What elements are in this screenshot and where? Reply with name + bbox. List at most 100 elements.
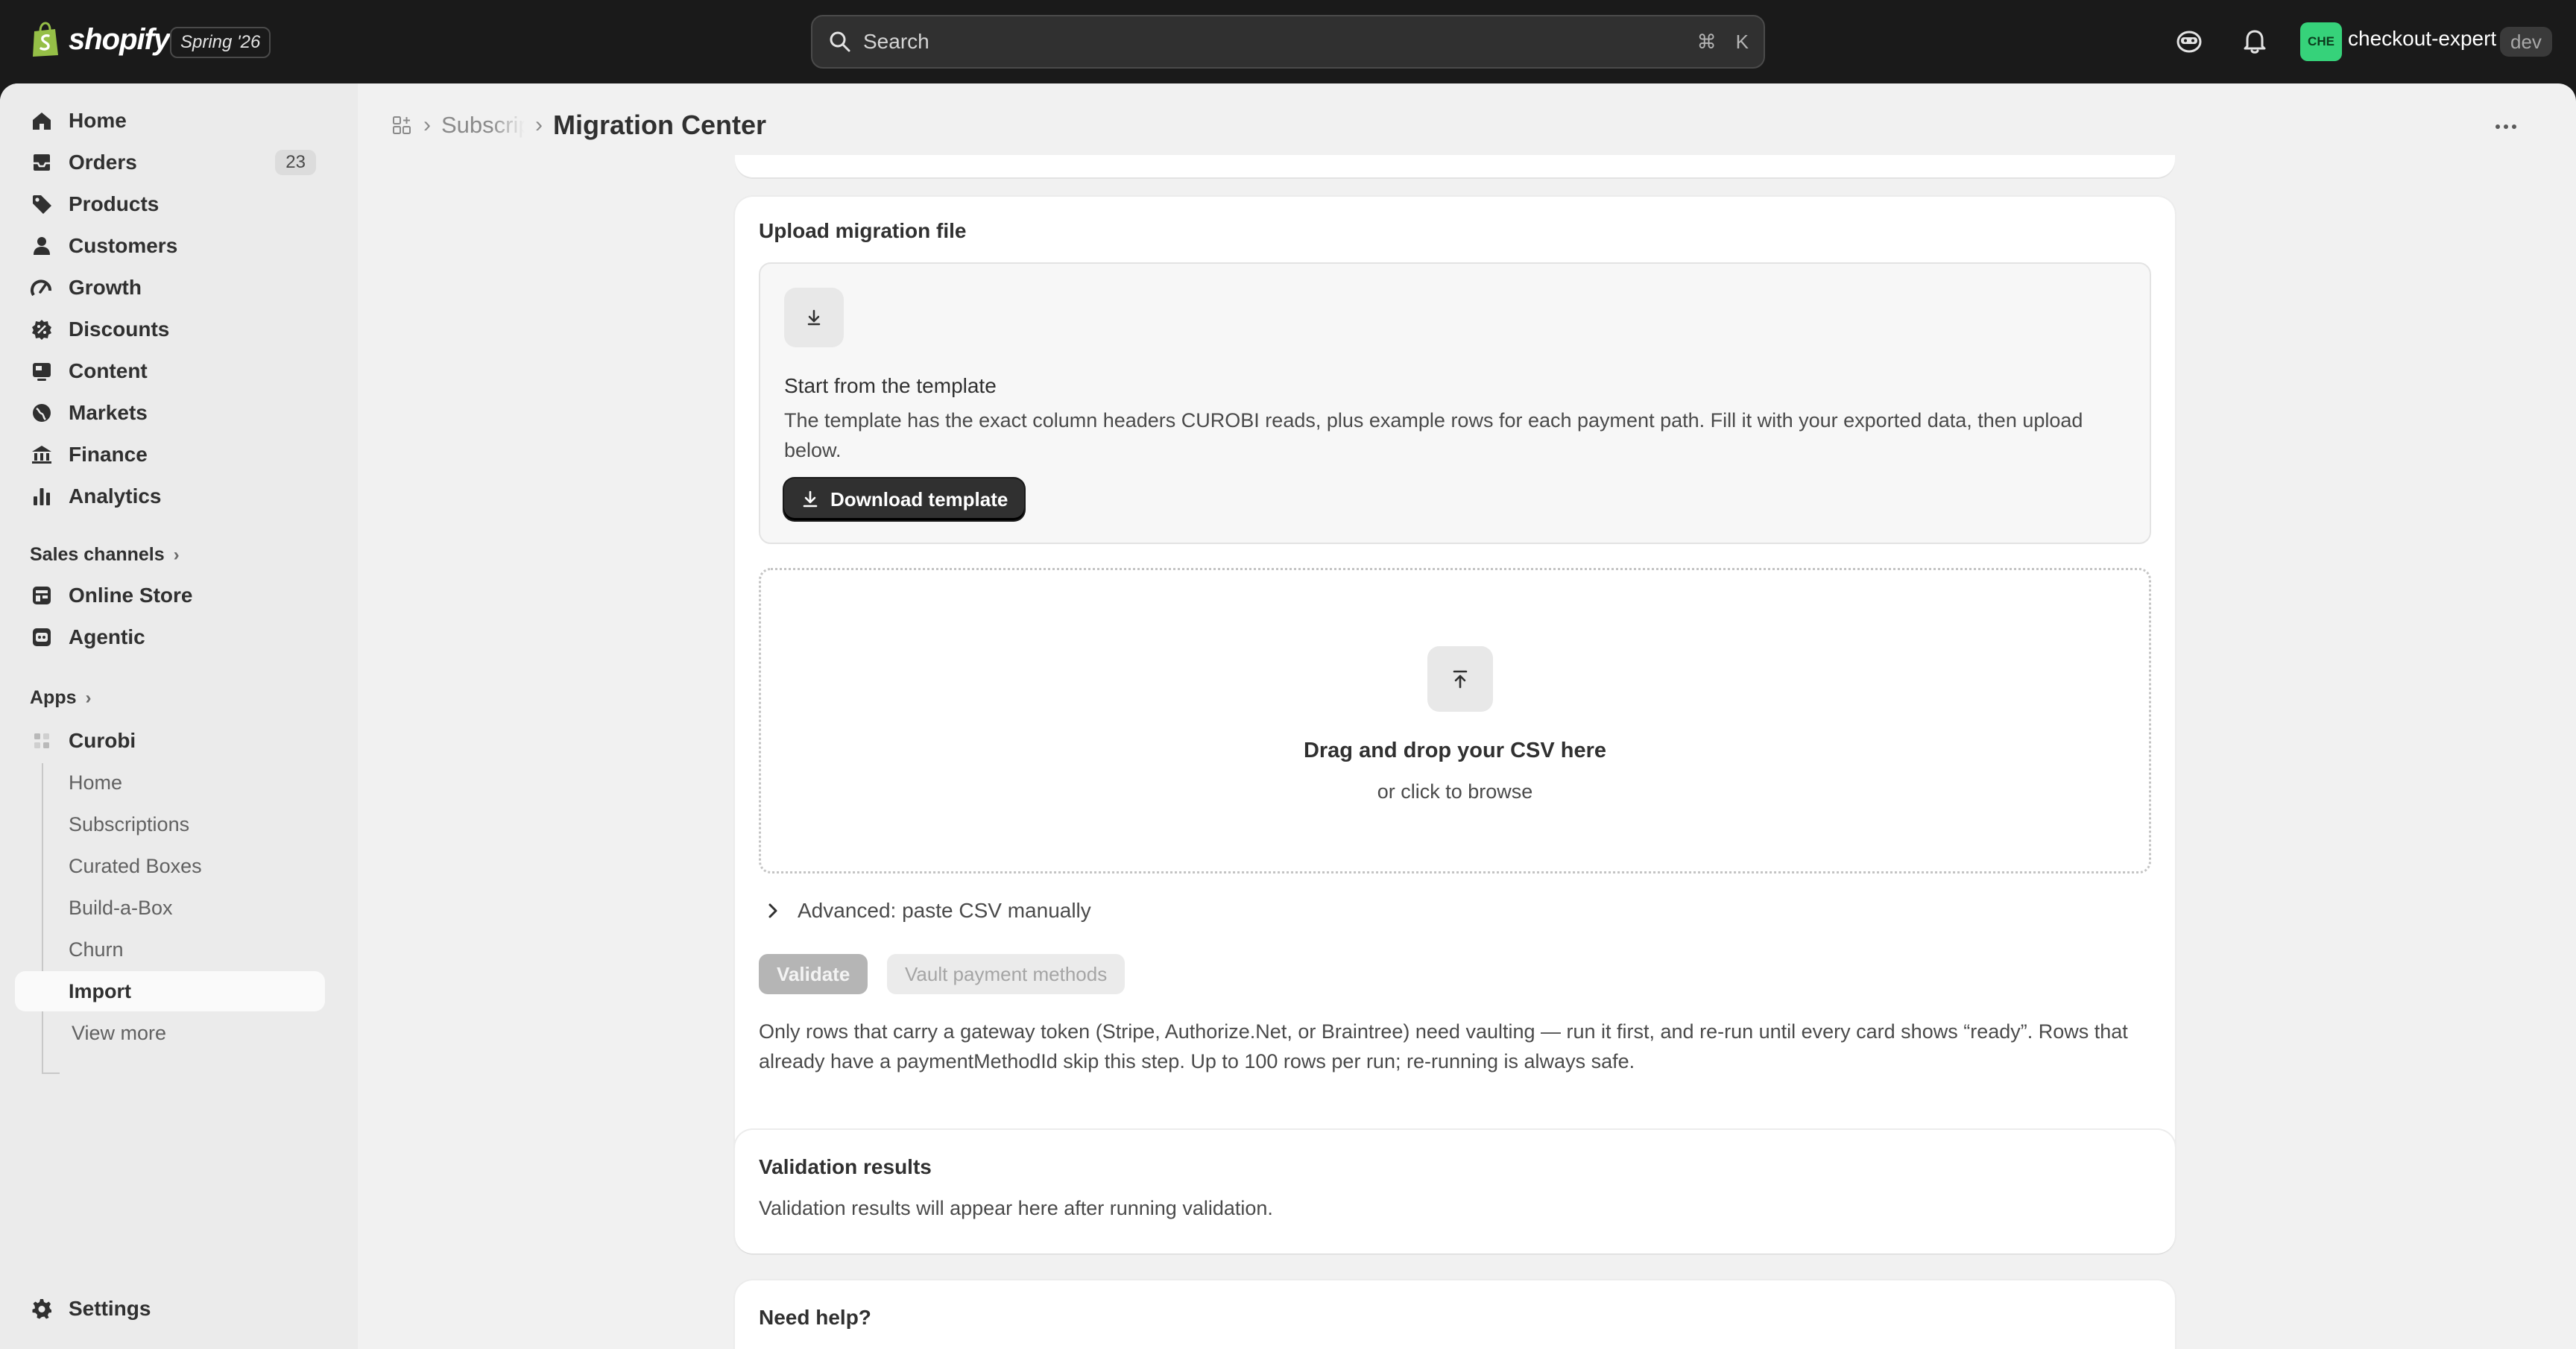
kbd-cmd: ⌘ [1696,30,1717,53]
sidebar-subitem-subscriptions[interactable]: Subscriptions [15,804,325,844]
validation-card: Validation results Validation results wi… [735,1130,2175,1254]
sidebar-subitem-label: Import [69,979,131,1002]
card-title: Validation results [759,1155,932,1178]
vault-payment-methods-button[interactable]: Vault payment methods [887,954,1126,994]
env-badge: dev [2500,27,2552,57]
sidebar-item-customers[interactable]: Customers [15,226,325,266]
sidebar-item-online-store[interactable]: Online Store [15,575,325,616]
top-bar: shopify Spring '26 Search ⌘ K CHE checko… [0,0,2576,83]
shopify-logo[interactable]: shopify [28,21,170,58]
sidebar-item-settings[interactable]: Settings [15,1289,325,1329]
advanced-label: Advanced: paste CSV manually [798,899,1091,922]
vaulting-note: Only rows that carry a gateway token (St… [759,1020,2128,1072]
view-more-label: View more [72,1021,167,1044]
page-title: Migration Center [553,110,767,140]
sidebar-item-label: Orders [69,151,137,174]
upload-icon [1453,670,1468,689]
csv-dropzone[interactable]: Drag and drop your CSV here or click to … [759,568,2151,873]
sidebar-item-discounts[interactable]: Discounts [15,309,325,350]
kbd-key: K [1735,30,1749,53]
sidebar-subitem-label: Churn [69,938,124,961]
sidebar-subitem-label: Build-a-Box [69,896,173,919]
sidebar-subitem-label: Subscriptions [69,812,190,835]
advanced-paste-toggle[interactable]: Advanced: paste CSV manually [765,899,1091,923]
upload-card: Upload migration file Start from the tem… [735,197,2175,1185]
more-horizontal-icon[interactable] [2493,113,2519,140]
app-grid-icon[interactable] [391,114,413,136]
card-title: Upload migration file [759,219,967,242]
sidebar-subitem-import[interactable]: Import [15,971,325,1011]
store-name[interactable]: checkout-expert [2348,27,2496,51]
download-template-label: Download template [830,487,1008,511]
download-icon [807,309,821,326]
dropzone-subtitle: or click to browse [1377,780,1533,803]
sidebar-item-home[interactable]: Home [15,101,325,141]
sidebar-item-products[interactable]: Products [15,184,325,224]
sidebar-item-content[interactable]: Content [15,351,325,391]
sidebar-item-label: Home [69,109,127,132]
sidebar-subitem-home[interactable]: Home [15,762,325,803]
logo-text: shopify [69,22,170,56]
sidebar: Home Orders 23 Products Customers Growth [0,83,358,1349]
version-badge: Spring '26 [170,27,271,58]
breadcrumb-separator: › [423,113,431,137]
validate-button[interactable]: Validate [759,954,868,994]
sidebar-item-label: Agentic [69,625,145,648]
store-icon [33,587,51,604]
globe-icon [33,404,51,422]
breadcrumb-link[interactable]: Subscriptions [441,112,525,139]
sidebar-item-label: Finance [69,443,148,466]
sales-channels-header[interactable]: Sales channels › [30,544,180,566]
tag-icon [33,195,51,214]
bar-chart-icon [34,488,50,505]
download-template-button[interactable]: Download template [784,478,1025,520]
sidebar-item-curobi[interactable]: Curobi [15,721,325,761]
growth-icon [31,279,51,297]
sidebar-item-label: Discounts [69,317,170,341]
sidekick-icon[interactable] [2174,25,2205,57]
discount-icon [32,320,51,340]
previous-card-edge [735,155,2175,177]
search-input[interactable]: Search ⌘ K [811,15,1765,69]
template-box: Start from the template The template has… [759,262,2151,544]
section-label: Apps [30,687,77,708]
sidebar-item-label: Markets [69,401,148,424]
sidebar-item-label: Content [69,359,148,382]
sidebar-subitem-build-a-box[interactable]: Build-a-Box [15,888,325,928]
apps-header[interactable]: Apps › [30,687,92,709]
validation-placeholder: Validation results will appear here afte… [759,1197,1273,1219]
sidebar-item-finance[interactable]: Finance [15,435,325,475]
agentic-icon [33,628,51,646]
search-icon [830,31,850,52]
sidebar-view-more[interactable]: View more [15,1013,325,1053]
sidebar-subitem-churn[interactable]: Churn [15,929,325,970]
chevron-right-icon: › [173,544,180,565]
app-root: shopify Spring '26 Search ⌘ K CHE checko… [0,0,2576,1349]
download-icon-tile [784,288,844,347]
sidebar-item-label: Curobi [69,729,136,752]
sidebar-item-growth[interactable]: Growth [15,268,325,308]
card-title: Need help? [759,1306,871,1329]
help-card: Need help? [735,1280,2175,1349]
chevron-right-icon [768,903,777,918]
search-placeholder: Search [863,30,929,53]
sidebar-item-analytics[interactable]: Analytics [15,476,325,516]
sidebar-item-markets[interactable]: Markets [15,393,325,433]
sidebar-item-orders[interactable]: Orders 23 [15,142,325,183]
sidebar-subitem-curated-boxes[interactable]: Curated Boxes [15,846,325,886]
orders-icon [34,154,50,171]
section-label: Sales channels [30,544,165,565]
app-grid-icon [34,733,49,748]
sidebar-subitem-label: Home [69,771,123,794]
bell-icon[interactable] [2239,25,2270,57]
avatar[interactable]: CHE [2300,22,2342,61]
sidebar-item-label: Settings [69,1297,151,1320]
chevron-right-icon: › [85,687,92,708]
admin-frame: Home Orders 23 Products Customers Growth [0,83,2576,1349]
sidebar-item-label: Online Store [69,584,193,607]
sidebar-item-label: Growth [69,276,142,299]
dropzone-title: Drag and drop your CSV here [1303,739,1607,762]
sidebar-item-agentic[interactable]: Agentic [15,617,325,657]
sidebar-subitem-label: Curated Boxes [69,854,202,877]
sidebar-item-label: Products [69,192,160,215]
